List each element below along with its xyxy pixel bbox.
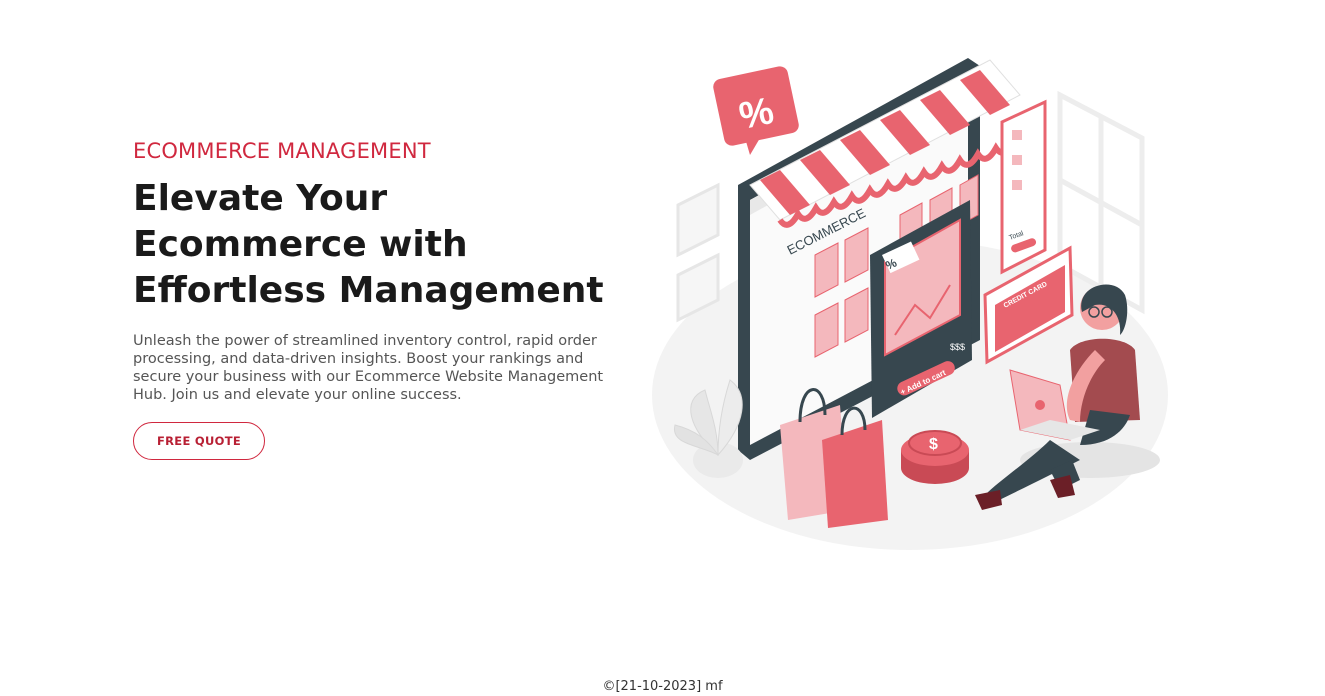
discount-badge: % <box>713 66 799 155</box>
coin-stack: $ <box>901 430 969 484</box>
coin-symbol: $ <box>929 436 938 453</box>
wall-pictures <box>676 182 720 323</box>
hero-headline: Elevate Your Ecommerce with Effortless M… <box>133 178 604 311</box>
free-quote-button[interactable]: FREE QUOTE <box>133 422 265 460</box>
hero-description: Unleash the power of streamlined invento… <box>133 333 604 403</box>
hero-section: ECOMMERCE MANAGEMENT Elevate Your Ecomme… <box>133 136 633 460</box>
ecommerce-illustration: ECOMMERCE % Total % $$$ + Add to cart CR… <box>652 58 1168 550</box>
footer-copyright: ©[21-10-2023] mf <box>602 679 723 694</box>
price-tag: $$$ <box>950 342 965 352</box>
eyebrow-heading: ECOMMERCE MANAGEMENT <box>133 139 431 163</box>
receipt-panel: Total <box>1000 99 1047 275</box>
page: ECOMMERCE MANAGEMENT Elevate Your Ecomme… <box>0 0 1325 696</box>
